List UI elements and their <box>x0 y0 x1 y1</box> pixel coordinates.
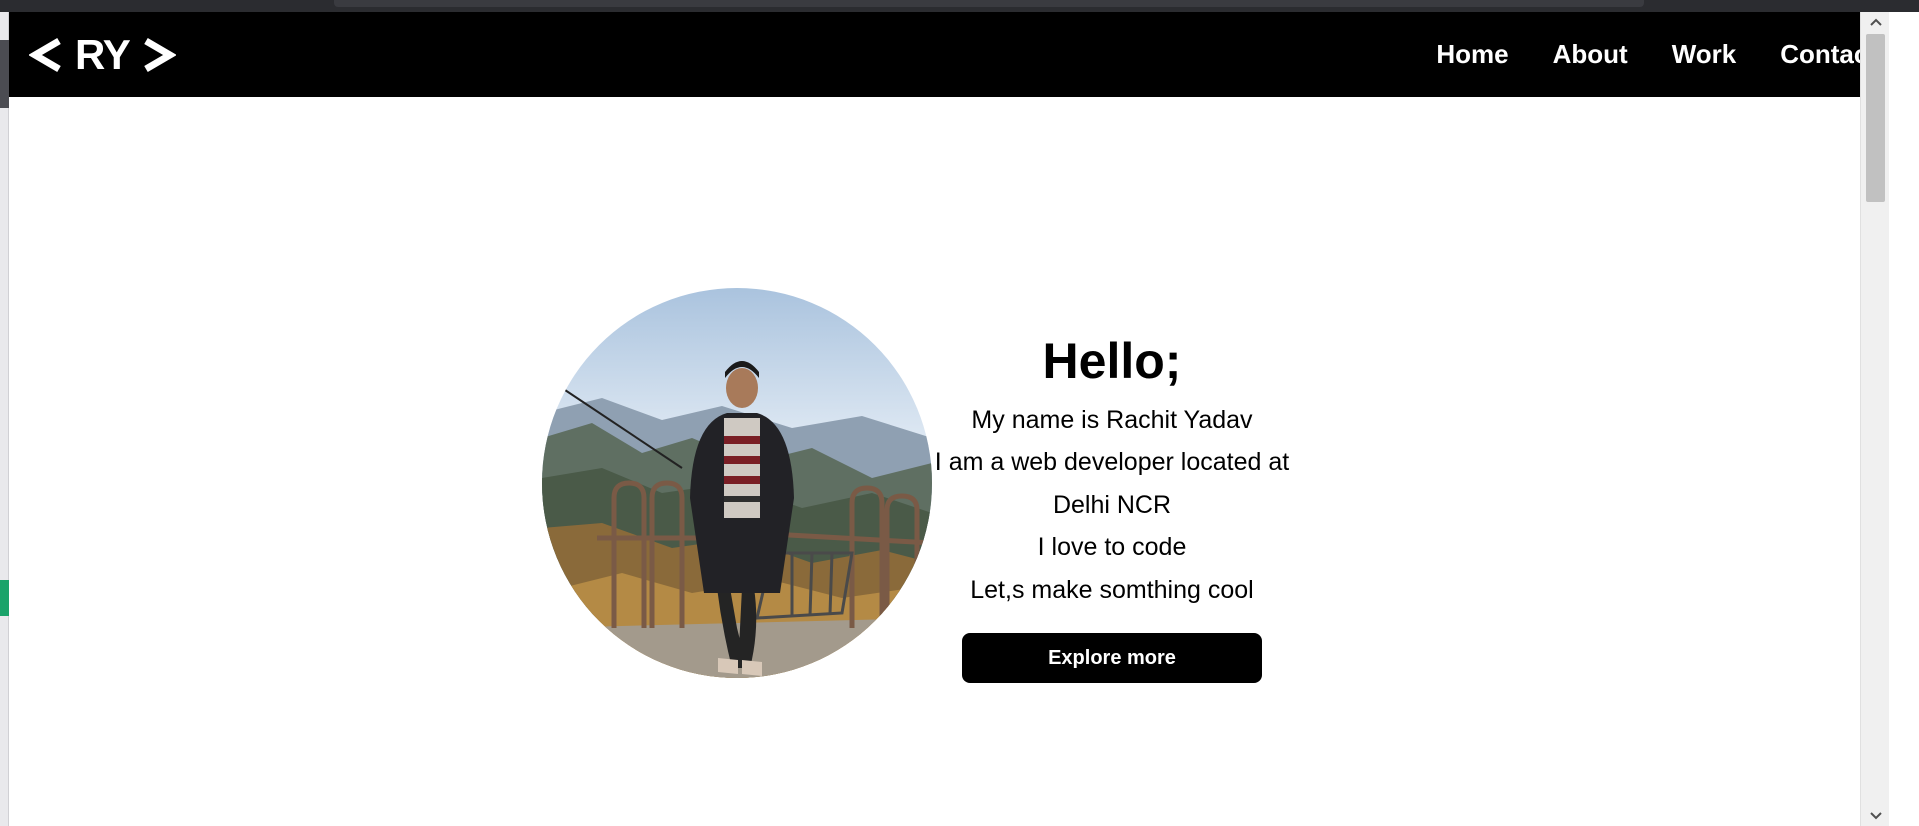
profile-photo <box>542 288 932 678</box>
profile-photo-image <box>542 288 932 678</box>
intro-line-role: I am a web developer located at <box>934 448 1290 476</box>
nav-link-about[interactable]: About <box>1553 39 1628 70</box>
intro-line-name: My name is Rachit Yadav <box>971 405 1253 434</box>
chevron-right-icon <box>144 37 176 72</box>
nav-links: Home About Work Contact <box>1436 39 1877 70</box>
logo[interactable]: RY <box>29 31 176 79</box>
navbar: RY Home About Work Contact <box>9 12 1889 97</box>
nav-link-work[interactable]: Work <box>1672 39 1737 70</box>
browser-left-edge <box>0 12 9 826</box>
scroll-up-arrow-icon[interactable] <box>1861 12 1889 32</box>
intro-line-love: I love to code <box>1037 533 1187 561</box>
browser-top-bar <box>0 0 1919 12</box>
scrollbar-thumb[interactable] <box>1866 34 1885 202</box>
scroll-down-arrow-icon[interactable] <box>1861 806 1889 826</box>
nav-link-home[interactable]: Home <box>1436 39 1508 70</box>
browser-left-edge-green <box>0 580 9 616</box>
hero-section: Hello; My name is Rachit Yadav I am a we… <box>542 288 1322 688</box>
intro-line-cta: Let,s make somthing cool <box>970 575 1254 604</box>
chevron-left-icon <box>29 37 61 72</box>
browser-left-edge-dark <box>0 40 9 108</box>
intro-text: Hello; My name is Rachit Yadav I am a we… <box>922 333 1302 683</box>
intro-line-location: Delhi NCR <box>1052 490 1172 519</box>
scrollbar[interactable] <box>1860 12 1889 826</box>
browser-tab-strip <box>334 0 1644 7</box>
intro-lines: My name is Rachit Yadav I am a web devel… <box>922 399 1302 612</box>
explore-more-button[interactable]: Explore more <box>962 633 1262 683</box>
intro-heading: Hello; <box>1042 333 1182 389</box>
logo-text: RY <box>75 30 131 78</box>
page-viewport: RY Home About Work Contact Hello; My nam… <box>9 12 1889 826</box>
